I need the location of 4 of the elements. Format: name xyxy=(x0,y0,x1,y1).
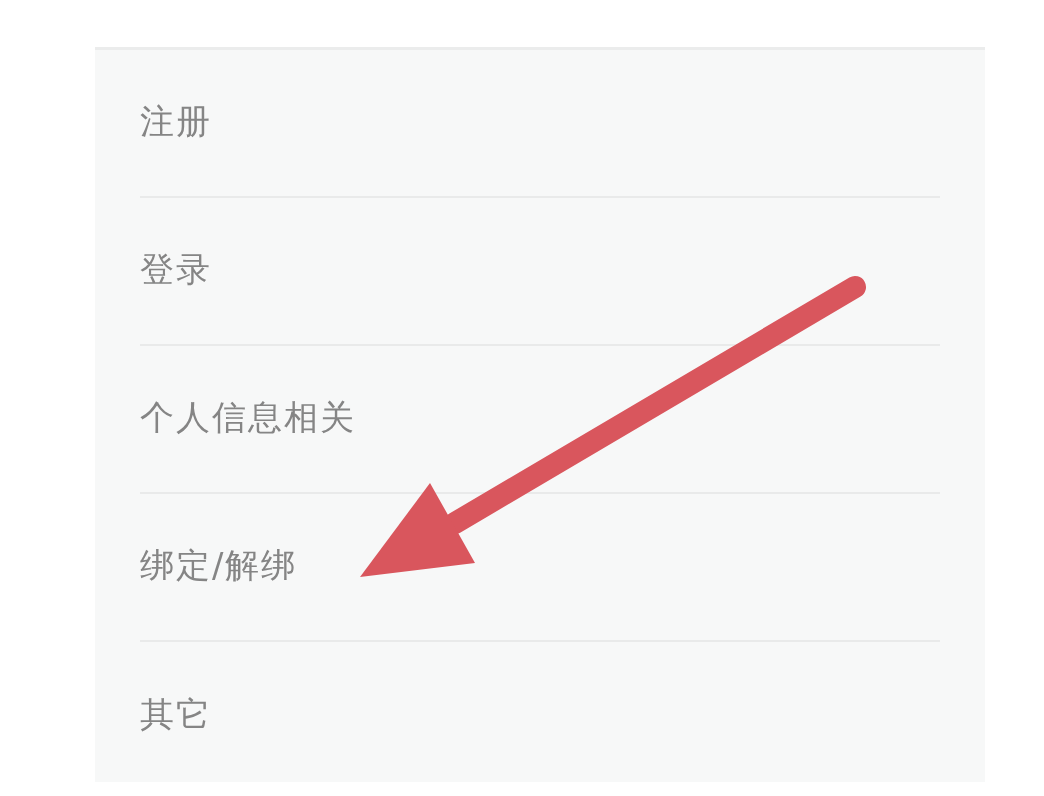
menu-item[interactable]: 个人信息相关 xyxy=(140,346,940,494)
menu-item[interactable]: 登录 xyxy=(140,198,940,346)
menu-item[interactable]: 注册 xyxy=(140,50,940,198)
menu-item[interactable]: 其它 xyxy=(140,642,940,790)
